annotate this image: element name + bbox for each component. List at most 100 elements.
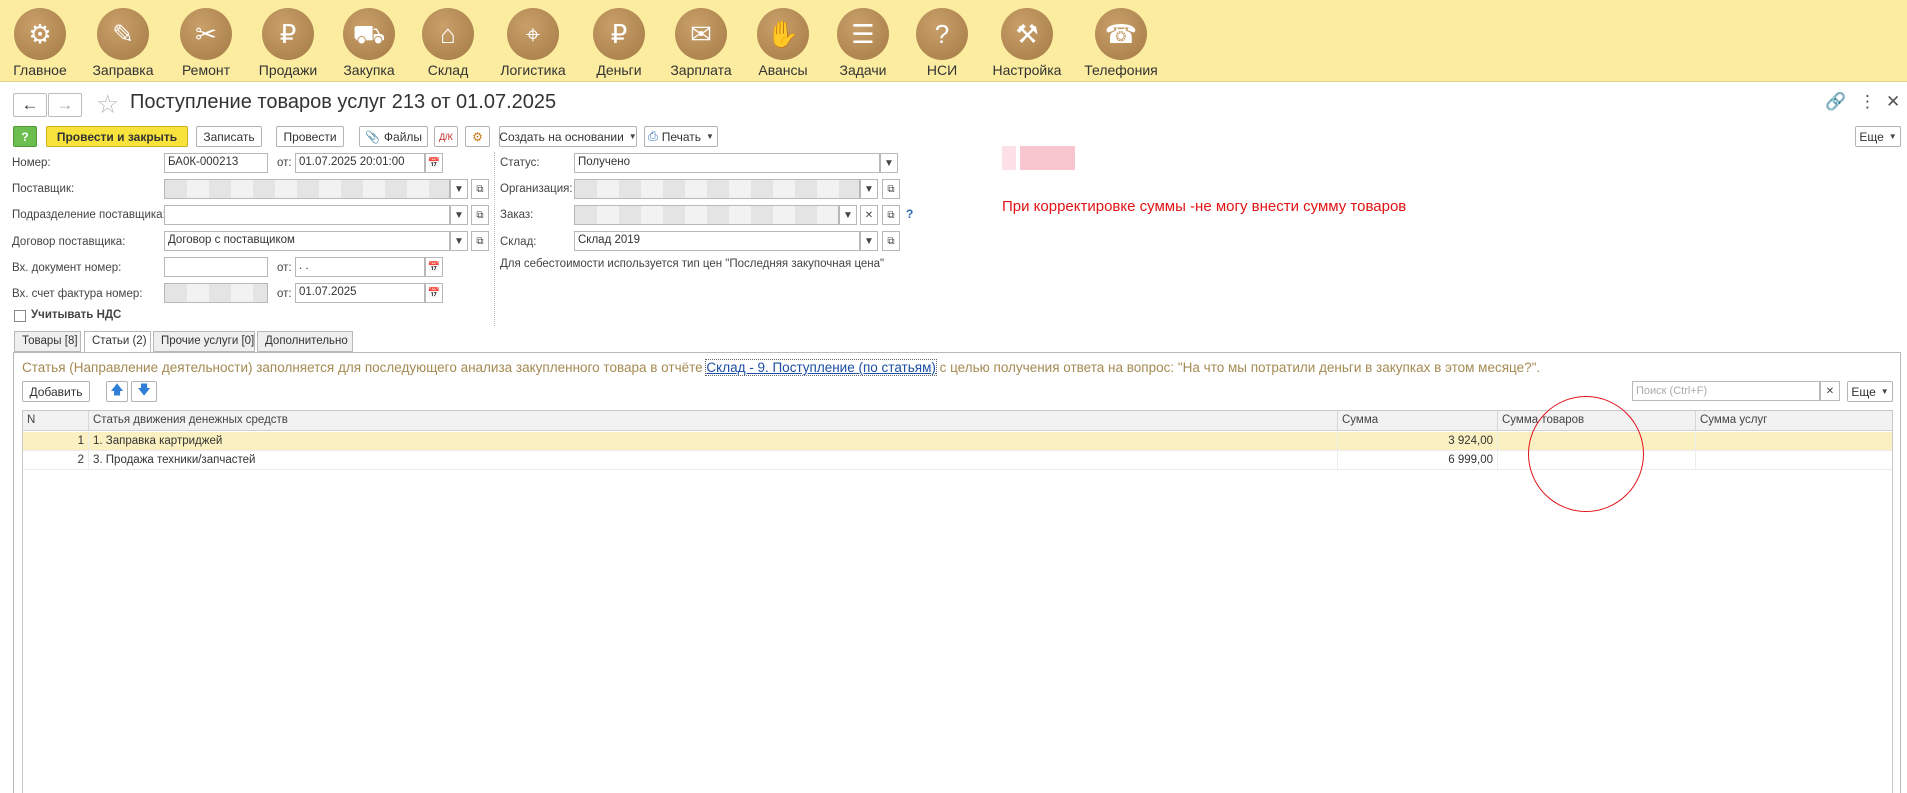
section-main[interactable]: ⚙ Главное	[1, 8, 79, 78]
section-refill[interactable]: ✎ Заправка	[84, 8, 162, 78]
section-repair[interactable]: ✂ Ремонт	[167, 8, 245, 78]
section-sales[interactable]: ₽ Продажи	[249, 8, 327, 78]
add-row-button[interactable]: Добавить	[22, 381, 90, 402]
incoming-doc-calendar-button[interactable]: 📅	[425, 257, 443, 277]
warehouse-icon: ⌂	[422, 8, 474, 60]
column-header-n[interactable]: N	[23, 411, 89, 431]
status-dropdown-button[interactable]: ▼	[880, 153, 898, 173]
post-and-close-button[interactable]: Провести и закрыть	[46, 126, 188, 147]
column-header-article[interactable]: Статья движения денежных средств	[89, 411, 1338, 431]
cell-sum[interactable]: 3 924,00	[1338, 432, 1498, 451]
warehouse-dropdown-button[interactable]: ▼	[860, 231, 878, 251]
close-icon[interactable]: ✕	[1886, 92, 1900, 112]
cell-services-sum[interactable]	[1696, 451, 1892, 470]
warehouse-label: Склад:	[500, 236, 537, 248]
division-dropdown-button[interactable]: ▼	[450, 205, 468, 225]
arrow-up-icon: 🡅	[110, 381, 124, 397]
link-icon[interactable]: 🔗	[1825, 92, 1846, 112]
organization-open-button[interactable]: ⧉	[882, 179, 900, 199]
organization-field[interactable]	[574, 179, 860, 199]
create-based-on-button[interactable]: Создать на основании ▼	[499, 126, 637, 147]
incoming-doc-date-field[interactable]: . .	[295, 257, 425, 277]
post-button[interactable]: Провести	[276, 126, 344, 147]
organization-dropdown-button[interactable]: ▼	[860, 179, 878, 199]
cost-price-note: Для себестоимости используется тип цен "…	[500, 258, 885, 270]
cell-sum[interactable]: 6 999,00	[1338, 451, 1498, 470]
date-field[interactable]: 01.07.2025 20:01:00	[295, 153, 425, 173]
section-purchase[interactable]: ⛟ Закупка	[330, 8, 408, 78]
supplier-open-button[interactable]: ⧉	[471, 179, 489, 199]
wallet-icon: ✉	[675, 8, 727, 60]
incoming-invoice-date-field[interactable]: 01.07.2025	[295, 283, 425, 303]
incoming-invoice-calendar-button[interactable]: 📅	[425, 283, 443, 303]
incoming-invoice-from-label: от:	[277, 288, 292, 300]
vat-checkbox[interactable]	[14, 310, 26, 322]
column-header-services-sum[interactable]: Сумма услуг	[1696, 411, 1892, 431]
section-nsi[interactable]: ? НСИ	[903, 8, 981, 78]
contract-open-button[interactable]: ⧉	[471, 231, 489, 251]
section-label: Склад	[427, 62, 469, 78]
section-telephony[interactable]: ☎ Телефония	[1082, 8, 1160, 78]
cell-services-sum[interactable]	[1696, 432, 1892, 451]
division-open-button[interactable]: ⧉	[471, 205, 489, 225]
supplier-division-field[interactable]	[164, 205, 450, 225]
search-input[interactable]: Поиск (Ctrl+F)	[1632, 381, 1820, 401]
tab-additional[interactable]: Дополнительно	[257, 331, 353, 352]
hand-money-icon: ✋	[757, 8, 809, 60]
tab-goods[interactable]: Товары [8]	[14, 331, 81, 352]
table-more-button[interactable]: Еще ▼	[1847, 381, 1893, 402]
order-dropdown-button[interactable]: ▼	[839, 205, 857, 225]
more-button[interactable]: Еще ▼	[1855, 126, 1901, 147]
warehouse-field[interactable]: Склад 2019	[574, 231, 860, 251]
caret-down-icon: ▼	[628, 132, 637, 141]
move-down-button[interactable]: 🡇	[131, 381, 157, 402]
print-button[interactable]: ⎙ Печать ▼	[644, 126, 718, 147]
report-link[interactable]: Склад - 9. Поступление (по статьям)	[705, 359, 937, 376]
order-help-icon[interactable]: ?	[906, 207, 913, 221]
incoming-invoice-number-field[interactable]	[164, 283, 268, 303]
incoming-doc-number-field[interactable]	[164, 257, 268, 277]
order-field[interactable]	[574, 205, 839, 225]
warehouse-open-button[interactable]: ⧉	[882, 231, 900, 251]
calendar-icon: 📅	[427, 261, 441, 273]
cell-article[interactable]: 3. Продажа техники/запчастей	[89, 451, 1338, 470]
more-vertical-icon[interactable]: ⋮	[1859, 92, 1876, 112]
contract-dropdown-button[interactable]: ▼	[450, 231, 468, 251]
favorite-star-icon[interactable]: ☆	[96, 89, 119, 120]
sale-icon: ₽	[262, 8, 314, 60]
number-label: Номер:	[12, 157, 51, 169]
supplier-label: Поставщик:	[12, 183, 75, 195]
incoming-doc-label: Вх. документ номер:	[12, 262, 122, 274]
back-button[interactable]: ←	[13, 93, 47, 117]
section-money[interactable]: ₽ Деньги	[580, 8, 658, 78]
order-clear-button[interactable]: ✕	[860, 205, 878, 225]
save-button[interactable]: Записать	[196, 126, 262, 147]
section-warehouse[interactable]: ⌂ Склад	[409, 8, 487, 78]
chevron-down-icon: ▼	[864, 235, 874, 247]
supplier-field[interactable]	[164, 179, 450, 199]
contract-field[interactable]: Договор с поставщиком	[164, 231, 450, 251]
cell-article[interactable]: 1. Заправка картриджей	[89, 432, 1338, 451]
search-clear-button[interactable]: ✕	[1820, 381, 1840, 401]
structure-button[interactable]: ⚙	[465, 126, 490, 147]
number-field[interactable]: БА0К-000213	[164, 153, 268, 173]
section-salary[interactable]: ✉ Зарплата	[662, 8, 740, 78]
status-field[interactable]: Получено	[574, 153, 880, 173]
section-tasks[interactable]: ☰ Задачи	[824, 8, 902, 78]
calendar-button[interactable]: 📅	[425, 153, 443, 173]
dt-kt-button[interactable]: Д/К	[434, 126, 458, 147]
chevron-down-icon: ▼	[864, 183, 874, 195]
section-advances[interactable]: ✋ Авансы	[744, 8, 822, 78]
column-header-sum[interactable]: Сумма	[1338, 411, 1498, 431]
files-button[interactable]: 📎 Файлы	[359, 126, 428, 147]
section-logistics[interactable]: ⌖ Логистика	[494, 8, 572, 78]
tab-other-services[interactable]: Прочие услуги [0]	[153, 331, 255, 352]
supplier-dropdown-button[interactable]: ▼	[450, 179, 468, 199]
forward-button[interactable]: →	[48, 93, 82, 117]
order-open-button[interactable]: ⧉	[882, 205, 900, 225]
section-settings[interactable]: ⚒ Настройка	[988, 8, 1066, 78]
tab-articles[interactable]: Статьи (2)	[84, 331, 151, 353]
move-up-button[interactable]: 🡅	[106, 381, 128, 402]
sections-panel: ⚙ Главное ✎ Заправка ✂ Ремонт ₽ Продажи …	[0, 0, 1907, 82]
help-button[interactable]: ?	[13, 126, 37, 147]
